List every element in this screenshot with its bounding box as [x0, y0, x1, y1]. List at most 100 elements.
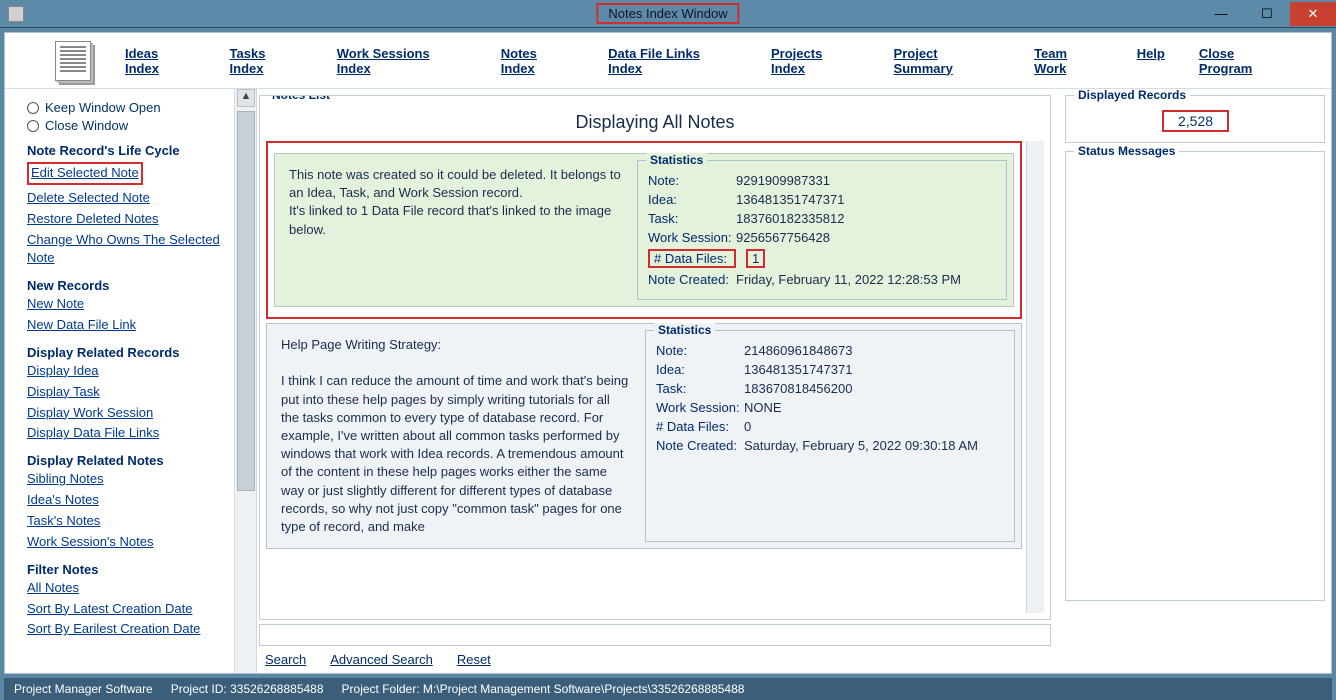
sidebar-link-restore-deleted-notes[interactable]: Restore Deleted Notes: [27, 210, 226, 229]
sidebar-link-all-notes[interactable]: All Notes: [27, 579, 226, 598]
status-project-folder: Project Folder: M:\Project Management So…: [342, 682, 745, 696]
sidebar-head-new-records: New Records: [27, 278, 226, 293]
stat-value: 1: [746, 249, 765, 268]
stat-label: # Data Files:: [656, 419, 744, 434]
scroll-thumb[interactable]: [237, 111, 255, 491]
radio-icon: [27, 102, 39, 114]
sidebar-head-related-notes: Display Related Notes: [27, 453, 226, 468]
window-title: Notes Index Window: [596, 3, 739, 24]
sidebar-link-edit-selected-note[interactable]: Edit Selected Note: [27, 162, 143, 185]
minimize-button[interactable]: —: [1198, 2, 1244, 26]
status-messages-legend: Status Messages: [1074, 144, 1179, 158]
radio-icon: [27, 120, 39, 132]
search-links: Search Advanced Search Reset: [257, 650, 1053, 673]
selected-note-highlight: This note was created so it could be del…: [266, 141, 1022, 319]
displayed-records-box: Displayed Records 2,528: [1065, 95, 1325, 143]
stat-label: Idea:: [656, 362, 744, 377]
stat-value: Saturday, February 5, 2022 09:30:18 AM: [744, 438, 978, 453]
main-toolbar: Ideas Index Tasks Index Work Sessions In…: [5, 33, 1331, 89]
nav-help[interactable]: Help: [1137, 46, 1165, 76]
close-button[interactable]: ✕: [1290, 2, 1336, 26]
displayed-records-value: 2,528: [1162, 110, 1229, 132]
sidebar-link-work-sessions-notes[interactable]: Work Session's Notes: [27, 533, 226, 552]
sidebar-link-sort-latest[interactable]: Sort By Latest Creation Date: [27, 600, 226, 619]
notes-list-legend: Notes List: [268, 95, 334, 102]
status-project-id: Project ID: 33526268885488: [171, 682, 324, 696]
nav-team-work[interactable]: Team Work: [1034, 46, 1103, 76]
note-card[interactable]: This note was created so it could be del…: [274, 153, 1014, 307]
stats-legend: Statistics: [646, 153, 707, 167]
search-link[interactable]: Search: [265, 652, 306, 667]
stat-value: Friday, February 11, 2022 12:28:53 PM: [736, 272, 961, 287]
app-icon: [8, 6, 24, 22]
notes-list-fieldset: Notes List Displaying All Notes This not…: [259, 95, 1051, 620]
stat-label: Work Session:: [656, 400, 744, 415]
reset-link[interactable]: Reset: [457, 652, 491, 667]
notes-icon: [55, 41, 91, 81]
stat-value: 9291909987331: [736, 173, 830, 188]
stat-label: Work Session:: [648, 230, 736, 245]
sidebar-head-filter-notes: Filter Notes: [27, 562, 226, 577]
window-controls: — ☐ ✕: [1198, 2, 1336, 26]
nav-projects-index[interactable]: Projects Index: [771, 46, 860, 76]
sidebar-link-display-idea[interactable]: Display Idea: [27, 362, 226, 381]
search-input[interactable]: [259, 624, 1051, 646]
nav-work-sessions-index[interactable]: Work Sessions Index: [337, 46, 467, 76]
sidebar-link-delete-selected-note[interactable]: Delete Selected Note: [27, 189, 226, 208]
keep-window-open-radio[interactable]: Keep Window Open: [27, 100, 226, 115]
sidebar-link-sibling-notes[interactable]: Sibling Notes: [27, 470, 226, 489]
maximize-button[interactable]: ☐: [1244, 2, 1290, 26]
nav-data-file-links-index[interactable]: Data File Links Index: [608, 46, 737, 76]
stat-value: 214860961848673: [744, 343, 852, 358]
note-card[interactable]: Help Page Writing Strategy: I think I ca…: [266, 323, 1022, 549]
sidebar-scrollbar[interactable]: ▲: [235, 89, 257, 673]
stat-label: Task:: [648, 211, 736, 226]
sidebar-link-new-note[interactable]: New Note: [27, 295, 226, 314]
note-text: This note was created so it could be del…: [275, 154, 637, 306]
stat-label: Idea:: [648, 192, 736, 207]
stat-value: 9256567756428: [736, 230, 830, 245]
stat-label: Note:: [648, 173, 736, 188]
sidebar: Keep Window Open Close Window Note Recor…: [5, 89, 235, 673]
sidebar-head-related-records: Display Related Records: [27, 345, 226, 360]
stat-value: 0: [744, 419, 751, 434]
scroll-up-icon[interactable]: ▲: [237, 89, 255, 107]
stat-value: 136481351747371: [736, 192, 844, 207]
note-statistics: Statistics Note:9291909987331 Idea:13648…: [637, 160, 1007, 300]
notes-scrollbar[interactable]: [1026, 141, 1044, 613]
sidebar-head-life-cycle: Note Record's Life Cycle: [27, 143, 226, 158]
advanced-search-link[interactable]: Advanced Search: [330, 652, 433, 667]
stat-value: 136481351747371: [744, 362, 852, 377]
sidebar-link-ideas-notes[interactable]: Idea's Notes: [27, 491, 226, 510]
sidebar-link-new-data-file-link[interactable]: New Data File Link: [27, 316, 226, 335]
nav-tasks-index[interactable]: Tasks Index: [230, 46, 303, 76]
radio-label: Keep Window Open: [45, 100, 161, 115]
nav-notes-index[interactable]: Notes Index: [501, 46, 574, 76]
stat-value: 183760182335812: [736, 211, 844, 226]
radio-label: Close Window: [45, 118, 128, 133]
titlebar: Notes Index Window — ☐ ✕: [0, 0, 1336, 28]
main-body: Keep Window Open Close Window Note Recor…: [5, 89, 1331, 673]
app-frame: Ideas Index Tasks Index Work Sessions In…: [4, 32, 1332, 674]
sidebar-link-tasks-notes[interactable]: Task's Notes: [27, 512, 226, 531]
note-text: Help Page Writing Strategy: I think I ca…: [267, 324, 645, 548]
stat-label: Note Created:: [656, 438, 744, 453]
sidebar-link-display-task[interactable]: Display Task: [27, 383, 226, 402]
stat-label: Note:: [656, 343, 744, 358]
sidebar-link-display-data-file-links[interactable]: Display Data File Links: [27, 424, 226, 443]
statusbar: Project Manager Software Project ID: 335…: [4, 678, 1332, 700]
nav-project-summary[interactable]: Project Summary: [894, 46, 1001, 76]
stat-value: 183670818456200: [744, 381, 852, 396]
sidebar-link-display-work-session[interactable]: Display Work Session: [27, 404, 226, 423]
sidebar-link-change-owner[interactable]: Change Who Owns The Selected Note: [27, 231, 226, 269]
sidebar-link-sort-earliest[interactable]: Sort By Earilest Creation Date: [27, 620, 226, 639]
displayed-records-legend: Displayed Records: [1074, 89, 1190, 102]
nav-close-program[interactable]: Close Program: [1199, 46, 1291, 76]
nav-ideas-index[interactable]: Ideas Index: [125, 46, 196, 76]
toolbar-nav: Ideas Index Tasks Index Work Sessions In…: [125, 46, 1291, 76]
stat-label: Note Created:: [648, 272, 736, 287]
stat-label: # Data Files:: [648, 249, 736, 268]
stat-label: Task:: [656, 381, 744, 396]
close-window-radio[interactable]: Close Window: [27, 118, 226, 133]
notes-area: Notes List Displaying All Notes This not…: [257, 89, 1059, 673]
